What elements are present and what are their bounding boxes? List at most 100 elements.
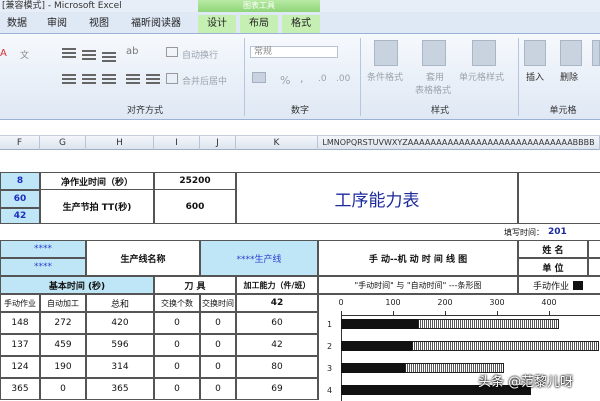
align-left-icon[interactable]	[62, 74, 76, 84]
group-alignment-label: 对齐方式	[126, 106, 163, 116]
phonetic-icon[interactable]: 文	[20, 48, 29, 61]
row2-swap-time[interactable]: 0	[200, 334, 236, 356]
wrap-text-icon	[166, 47, 178, 57]
merge-center-button[interactable]: 合并后居中	[182, 74, 227, 87]
net-work-time-value[interactable]: 25200	[154, 172, 236, 190]
takt-value[interactable]: 600	[154, 190, 236, 224]
currency-icon[interactable]	[252, 72, 266, 83]
decrease-indent-icon[interactable]	[126, 74, 140, 84]
row1-capacity[interactable]: 60	[236, 312, 318, 334]
row3-manual[interactable]: 124	[0, 356, 40, 378]
table-format-button-line1[interactable]: 套用	[426, 70, 444, 83]
row3-swap-time[interactable]: 0	[200, 356, 236, 378]
chart-bar-manual[interactable]	[341, 319, 418, 329]
tab-design[interactable]: 设计	[198, 15, 236, 33]
percent-button[interactable]: %	[280, 74, 290, 87]
orientation-icon[interactable]: ab	[126, 46, 138, 57]
chart-bar-manual[interactable]	[341, 341, 413, 351]
comma-button[interactable]: ,	[300, 72, 304, 85]
cell-styles-button[interactable]: 单元格样式	[459, 70, 504, 83]
tab-view[interactable]: 视图	[86, 15, 112, 33]
align-center-icon[interactable]	[82, 74, 96, 84]
fill-time-value[interactable]: 201	[548, 224, 600, 240]
cell-f-value-2[interactable]: 60	[0, 190, 40, 208]
line-name-value[interactable]: ****生产线	[200, 240, 318, 276]
capacity-header: 加工能力（件/班）	[236, 276, 318, 294]
conditional-format-button[interactable]: 条件格式	[367, 70, 403, 83]
column-header-f[interactable]: F	[0, 136, 40, 150]
tab-format[interactable]: 格式	[282, 15, 320, 33]
row3-total[interactable]: 314	[86, 356, 154, 378]
tab-layout[interactable]: 布局	[240, 15, 278, 33]
decrease-decimal-icon[interactable]: .00	[336, 74, 350, 84]
column-header-g[interactable]: G	[40, 136, 86, 150]
fill-time-label: 填写时间：	[504, 227, 544, 237]
table-format-button-line2[interactable]: 表格格式	[415, 83, 451, 96]
column-header-k[interactable]: K	[236, 136, 318, 150]
chart-bar-manual[interactable]	[341, 363, 406, 373]
column-header-i[interactable]: I	[154, 136, 200, 150]
row3-capacity[interactable]: 80	[236, 356, 318, 378]
tab-foxit-reader[interactable]: 福昕阅读器	[128, 15, 184, 33]
main-title: 工序能力表	[236, 172, 518, 224]
name-label: 姓 名	[518, 240, 588, 258]
row2-total[interactable]: 596	[86, 334, 154, 356]
number-format-dropdown[interactable]: 常规	[250, 46, 338, 58]
unit-value[interactable]	[588, 258, 600, 276]
row2-swap-count[interactable]: 0	[154, 334, 200, 356]
delete-button[interactable]: 删除	[560, 70, 578, 83]
row3-swap-count[interactable]: 0	[154, 356, 200, 378]
column-header-h[interactable]: H	[86, 136, 154, 150]
chart-category-label: 1	[327, 320, 333, 329]
align-middle-icon[interactable]	[82, 50, 96, 60]
column-header-j[interactable]: J	[200, 136, 236, 150]
align-top-icon[interactable]	[62, 48, 76, 58]
row1-manual[interactable]: 148	[0, 312, 40, 334]
col-swap-time-header: 交换时间	[200, 294, 236, 312]
line-code-cell-2[interactable]: ****	[0, 258, 86, 276]
format-icon[interactable]	[592, 40, 600, 66]
title-side-cell[interactable]	[518, 172, 600, 224]
formula-bar[interactable]	[0, 120, 600, 136]
font-color-icon[interactable]: A	[0, 48, 10, 59]
insert-button[interactable]: 插入	[526, 70, 544, 83]
column-header-l-onward[interactable]: LMNOPQRSTUVWXYZAAAAAAAAAAAAAAAAAAAAAAAAA…	[318, 136, 600, 150]
chart-bar-auto[interactable]	[412, 341, 599, 351]
align-bottom-icon[interactable]	[102, 52, 116, 62]
row2-auto[interactable]: 459	[40, 334, 86, 356]
tab-data[interactable]: 数据	[4, 15, 30, 33]
cell-f-value-3[interactable]: 42	[0, 208, 40, 224]
row2-manual[interactable]: 137	[0, 334, 40, 356]
row1-swap-count[interactable]: 0	[154, 312, 200, 334]
col-total-header: 总和	[86, 294, 154, 312]
row4-total[interactable]: 365	[86, 378, 154, 400]
row2-capacity[interactable]: 42	[236, 334, 318, 356]
wrap-text-button[interactable]: 自动换行	[182, 48, 218, 61]
tab-review[interactable]: 审阅	[44, 15, 70, 33]
capacity-total[interactable]: 42	[236, 294, 318, 312]
increase-decimal-icon[interactable]: .0	[318, 74, 327, 84]
chart-category-label: 3	[327, 364, 333, 373]
chart-bar-auto[interactable]	[417, 319, 560, 329]
row4-swap-count[interactable]: 0	[154, 378, 200, 400]
line-name-label: 生产线名称	[86, 240, 200, 276]
name-value[interactable]	[588, 240, 600, 258]
row1-total[interactable]: 420	[86, 312, 154, 334]
ribbon-separator	[360, 38, 361, 116]
row4-capacity[interactable]: 69	[236, 378, 318, 400]
align-right-icon[interactable]	[102, 74, 116, 84]
row1-swap-time[interactable]: 0	[200, 312, 236, 334]
manual-op-legend: 手动作业	[518, 276, 600, 294]
watermark: 头条 @范黎儿呀	[478, 375, 574, 390]
row1-auto[interactable]: 272	[40, 312, 86, 334]
chart-x-tick-label: 400	[541, 298, 557, 307]
chart-x-tick-300	[497, 311, 498, 316]
line-code-cell-1[interactable]: ****	[0, 240, 86, 258]
cell-f-value-1[interactable]: 8	[0, 172, 40, 190]
row4-auto[interactable]: 0	[40, 378, 86, 400]
row3-auto[interactable]: 190	[40, 356, 86, 378]
row4-manual[interactable]: 365	[0, 378, 40, 400]
manual-machine-chart-label: 手 动--机 动 时 间 线 图	[318, 240, 518, 276]
increase-indent-icon[interactable]	[146, 74, 160, 84]
row4-swap-time[interactable]: 0	[200, 378, 236, 400]
